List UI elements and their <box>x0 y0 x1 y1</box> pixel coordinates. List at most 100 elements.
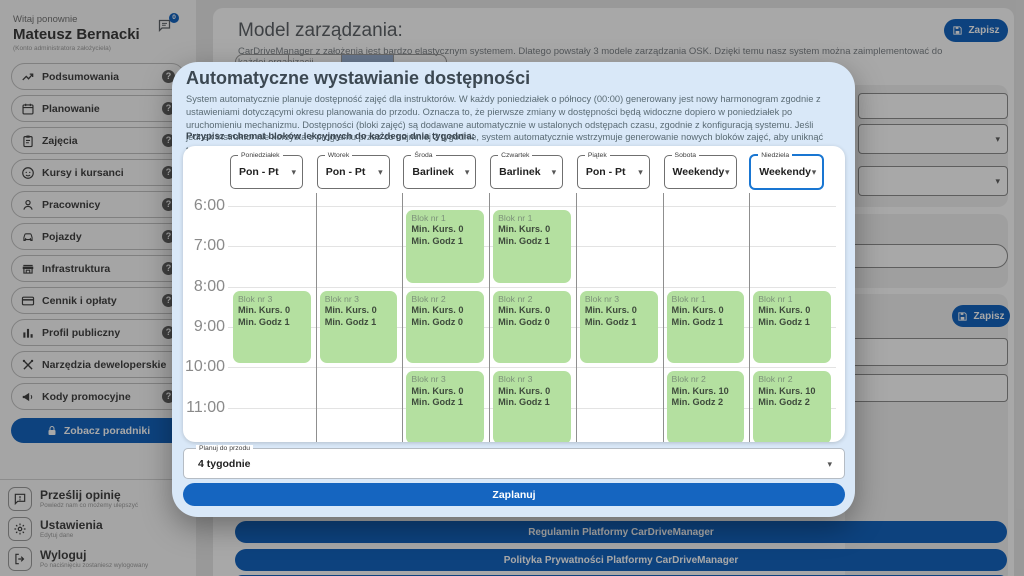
block-title: Blok nr 2 <box>498 294 566 305</box>
block-min-hours: Min. Godz 1 <box>238 317 306 329</box>
block-min-hours: Min. Godz 0 <box>498 317 566 329</box>
column-divider <box>402 193 403 442</box>
block-min-hours: Min. Godz 1 <box>325 317 393 329</box>
time-label: 8:00 <box>183 278 225 296</box>
schedule-block[interactable]: Blok nr 1Min. Kurs. 0Min. Godz 1 <box>753 291 831 364</box>
block-min-courses: Min. Kurs. 0 <box>498 305 566 317</box>
block-title: Blok nr 1 <box>498 213 566 224</box>
schedule-block[interactable]: Blok nr 3Min. Kurs. 0Min. Godz 1 <box>580 291 658 364</box>
column-divider <box>316 193 317 442</box>
block-title: Blok nr 3 <box>585 294 653 305</box>
hour-gridline <box>228 367 836 368</box>
block-min-courses: Min. Kurs. 0 <box>498 386 566 398</box>
assign-schema-label: Przypisz schemat bloków lekcyjnych do ka… <box>186 131 475 142</box>
block-min-courses: Min. Kurs. 0 <box>411 305 479 317</box>
day-label: Czwartek <box>498 152 532 159</box>
time-label: 6:00 <box>183 197 225 215</box>
selected-schema: Barlinek <box>412 166 453 178</box>
modal-title: Automatyczne wystawianie dostępności <box>186 68 530 89</box>
block-min-courses: Min. Kurs. 0 <box>758 305 826 317</box>
block-title: Blok nr 1 <box>411 213 479 224</box>
block-min-hours: Min. Godz 0 <box>411 317 479 329</box>
block-title: Blok nr 3 <box>325 294 393 305</box>
schedule-block[interactable]: Blok nr 3Min. Kurs. 0Min. Godz 1 <box>493 371 571 442</box>
block-min-hours: Min. Godz 1 <box>585 317 653 329</box>
block-min-courses: Min. Kurs. 0 <box>672 305 740 317</box>
block-min-courses: Min. Kurs. 0 <box>325 305 393 317</box>
schedule-block[interactable]: Blok nr 2Min. Kurs. 0Min. Godz 0 <box>493 291 571 364</box>
hour-gridline <box>228 206 836 207</box>
selected-schema: Weekendy <box>673 166 725 178</box>
schedule-block[interactable]: Blok nr 2Min. Kurs. 0Min. Godz 0 <box>406 291 484 364</box>
day-schema-select-6[interactable]: Sobota Weekendy▾ <box>664 155 737 189</box>
block-title: Blok nr 1 <box>672 294 740 305</box>
schedule-block[interactable]: Blok nr 2Min. Kurs. 10Min. Godz 2 <box>753 371 831 442</box>
block-title: Blok nr 3 <box>498 374 566 385</box>
chevron-down-icon: ▾ <box>378 167 383 178</box>
column-divider <box>489 193 490 442</box>
day-label: Piątek <box>585 152 610 159</box>
selected-schema: Pon - Pt <box>586 166 626 178</box>
day-schema-select-7[interactable]: Niedziela Weekendy▾ <box>750 155 823 189</box>
block-min-hours: Min. Godz 1 <box>411 236 479 248</box>
block-min-hours: Min. Godz 2 <box>758 397 826 409</box>
block-min-courses: Min. Kurs. 0 <box>411 224 479 236</box>
chevron-down-icon: ▾ <box>291 167 296 178</box>
block-title: Blok nr 3 <box>238 294 306 305</box>
day-schema-select-4[interactable]: CzwartekBarlinek▾ <box>490 155 563 189</box>
schedule-button[interactable]: Zaplanuj <box>183 483 845 506</box>
day-schema-select-3[interactable]: Środa Barlinek ▾ <box>403 155 476 189</box>
schedule-block[interactable]: Blok nr 1Min. Kurs. 0Min. Godz 1 <box>667 291 745 364</box>
selected-schema: Weekendy <box>759 166 811 178</box>
block-min-courses: Min. Kurs. 0 <box>498 224 566 236</box>
block-title: Blok nr 1 <box>758 294 826 305</box>
availability-modal: Automatyczne wystawianie dostępności Sys… <box>172 62 855 517</box>
selected-schema: Pon - Pt <box>326 166 366 178</box>
schedule-block[interactable]: Blok nr 3Min. Kurs. 0Min. Godz 1 <box>406 371 484 442</box>
day-label: Środa <box>411 152 435 159</box>
column-divider <box>749 193 750 442</box>
chevron-down-icon: ▾ <box>827 459 832 470</box>
selected-schema: Pon - Pt <box>239 166 279 178</box>
block-title: Blok nr 2 <box>672 374 740 385</box>
block-min-hours: Min. Godz 1 <box>498 397 566 409</box>
day-label: Niedziela <box>758 152 792 159</box>
block-min-courses: Min. Kurs. 0 <box>411 386 479 398</box>
day-label: Wtorek <box>325 152 353 159</box>
chevron-down-icon: ▾ <box>465 167 470 178</box>
plan-ahead-value: 4 tygodnie <box>198 458 251 470</box>
day-label: Poniedziałek <box>238 152 283 159</box>
schedule-block[interactable]: Blok nr 2Min. Kurs. 10Min. Godz 2 <box>667 371 745 442</box>
schedule-block[interactable]: Blok nr 1Min. Kurs. 0Min. Godz 1 <box>406 210 484 283</box>
chevron-down-icon: ▾ <box>638 167 643 178</box>
column-divider <box>663 193 664 442</box>
block-title: Blok nr 2 <box>758 374 826 385</box>
schedule-block[interactable]: Blok nr 1Min. Kurs. 0Min. Godz 1 <box>493 210 571 283</box>
block-min-hours: Min. Godz 1 <box>758 317 826 329</box>
time-label: 7:00 <box>183 237 225 255</box>
schedule-block[interactable]: Blok nr 3Min. Kurs. 0Min. Godz 1 <box>233 291 311 364</box>
column-divider <box>576 193 577 442</box>
time-label: 11:00 <box>183 399 225 417</box>
time-label: 9:00 <box>183 318 225 336</box>
chevron-down-icon: ▾ <box>725 167 730 178</box>
day-schema-select-1[interactable]: Poniedziałek Pon - Pt ▾ <box>230 155 303 189</box>
block-min-courses: Min. Kurs. 10 <box>672 386 740 398</box>
plan-ahead-label: Planuj do przodu <box>196 445 253 452</box>
block-min-courses: Min. Kurs. 0 <box>238 305 306 317</box>
block-title: Blok nr 3 <box>411 374 479 385</box>
plan-ahead-select[interactable]: Planuj do przodu 4 tygodnie ▾ <box>183 448 845 479</box>
block-min-hours: Min. Godz 1 <box>411 397 479 409</box>
block-min-hours: Min. Godz 2 <box>672 397 740 409</box>
schedule-grid: 6:007:008:009:0010:0011:00PoniedziałekPo… <box>183 146 845 442</box>
weekly-schedule-card: 6:007:008:009:0010:0011:00PoniedziałekPo… <box>183 146 845 442</box>
chevron-down-icon: ▾ <box>812 167 817 178</box>
hour-gridline <box>228 287 836 288</box>
day-schema-select-5[interactable]: Piątek Pon - Pt ▾ <box>577 155 650 189</box>
schedule-block[interactable]: Blok nr 3Min. Kurs. 0Min. Godz 1 <box>320 291 398 364</box>
block-min-courses: Min. Kurs. 0 <box>585 305 653 317</box>
block-title: Blok nr 2 <box>411 294 479 305</box>
day-schema-select-2[interactable]: Wtorek Pon - Pt ▾ <box>317 155 390 189</box>
day-label: Sobota <box>672 152 700 159</box>
chevron-down-icon: ▾ <box>552 167 557 178</box>
